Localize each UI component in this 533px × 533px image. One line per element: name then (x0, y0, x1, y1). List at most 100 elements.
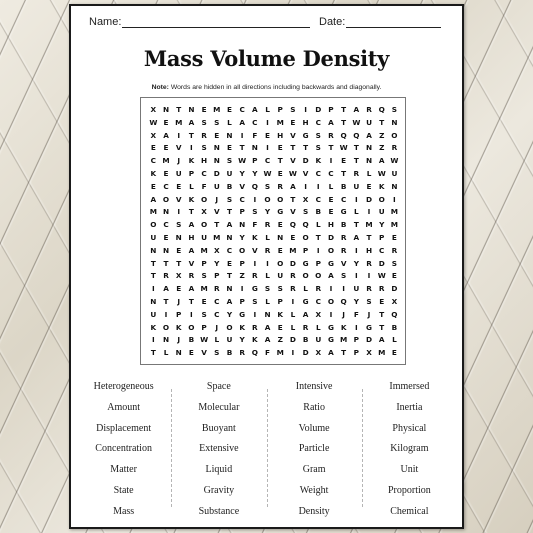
grid-letter[interactable]: Y (350, 258, 363, 271)
grid-letter[interactable]: T (223, 206, 236, 219)
grid-letter[interactable]: R (337, 232, 350, 245)
grid-letter[interactable]: A (185, 283, 198, 296)
grid-letter[interactable]: V (299, 168, 312, 181)
grid-letter[interactable]: N (147, 245, 160, 258)
grid-letter[interactable]: B (223, 181, 236, 194)
grid-letter[interactable]: E (223, 104, 236, 117)
grid-letter[interactable]: L (160, 347, 173, 360)
grid-letter[interactable]: X (172, 270, 185, 283)
grid-letter[interactable]: B (185, 334, 198, 347)
grid-letter[interactable]: E (172, 245, 185, 258)
grid-letter[interactable]: T (160, 258, 173, 271)
grid-letter[interactable]: T (287, 194, 300, 207)
grid-letter[interactable]: E (325, 206, 338, 219)
grid-letter[interactable]: H (325, 219, 338, 232)
grid-letter[interactable]: P (325, 104, 338, 117)
grid-letter[interactable]: A (185, 219, 198, 232)
grid-letter[interactable]: T (160, 296, 173, 309)
grid-letter[interactable]: N (160, 206, 173, 219)
grid-letter[interactable]: P (236, 258, 249, 271)
grid-letter[interactable]: A (325, 270, 338, 283)
grid-letter[interactable]: W (287, 168, 300, 181)
grid-letter[interactable]: Q (375, 104, 388, 117)
grid-letter[interactable]: Z (236, 270, 249, 283)
grid-letter[interactable]: S (299, 206, 312, 219)
grid-letter[interactable]: D (287, 334, 300, 347)
grid-letter[interactable]: T (350, 219, 363, 232)
grid-letter[interactable]: N (172, 347, 185, 360)
grid-letter[interactable]: X (147, 104, 160, 117)
grid-letter[interactable]: C (375, 245, 388, 258)
grid-letter[interactable]: K (147, 168, 160, 181)
grid-letter[interactable]: K (337, 322, 350, 335)
grid-letter[interactable]: J (172, 296, 185, 309)
grid-letter[interactable]: Q (388, 309, 401, 322)
grid-letter[interactable]: L (325, 181, 338, 194)
grid-letter[interactable]: X (312, 347, 325, 360)
grid-letter[interactable]: D (375, 258, 388, 271)
grid-letter[interactable]: I (147, 334, 160, 347)
grid-letter[interactable]: E (160, 168, 173, 181)
grid-letter[interactable]: A (261, 322, 274, 335)
grid-letter[interactable]: O (299, 232, 312, 245)
grid-letter[interactable]: G (299, 130, 312, 143)
grid-letter[interactable]: G (274, 206, 287, 219)
grid-letter[interactable]: A (236, 117, 249, 130)
grid-letter[interactable]: H (299, 117, 312, 130)
grid-letter[interactable]: T (287, 142, 300, 155)
grid-letter[interactable]: O (274, 258, 287, 271)
grid-letter[interactable]: O (261, 194, 274, 207)
grid-letter[interactable]: A (249, 104, 262, 117)
grid-letter[interactable]: M (375, 347, 388, 360)
grid-letter[interactable]: O (198, 219, 211, 232)
grid-letter[interactable]: A (375, 334, 388, 347)
grid-letter[interactable]: W (337, 142, 350, 155)
grid-letter[interactable]: P (274, 296, 287, 309)
grid-letter[interactable]: D (325, 232, 338, 245)
grid-letter[interactable]: L (210, 334, 223, 347)
grid-letter[interactable]: N (363, 155, 376, 168)
grid-letter[interactable]: H (185, 232, 198, 245)
grid-letter[interactable]: M (388, 219, 401, 232)
grid-letter[interactable]: C (160, 181, 173, 194)
grid-letter[interactable]: E (388, 270, 401, 283)
grid-letter[interactable]: D (363, 194, 376, 207)
grid-letter[interactable]: M (210, 104, 223, 117)
grid-letter[interactable]: G (236, 309, 249, 322)
grid-letter[interactable]: I (236, 130, 249, 143)
grid-letter[interactable]: Q (337, 130, 350, 143)
grid-letter[interactable]: N (223, 130, 236, 143)
grid-letter[interactable]: M (287, 245, 300, 258)
grid-letter[interactable]: E (261, 130, 274, 143)
grid-letter[interactable]: A (185, 117, 198, 130)
grid-letter[interactable]: R (287, 270, 300, 283)
grid-letter[interactable]: A (160, 283, 173, 296)
grid-letter[interactable]: R (210, 283, 223, 296)
grid-letter[interactable]: N (210, 155, 223, 168)
grid-letter[interactable]: Y (261, 206, 274, 219)
grid-letter[interactable]: I (363, 206, 376, 219)
grid-letter[interactable]: F (350, 309, 363, 322)
grid-letter[interactable]: U (210, 181, 223, 194)
grid-letter[interactable]: Z (274, 334, 287, 347)
grid-letter[interactable]: A (223, 219, 236, 232)
grid-letter[interactable]: C (236, 194, 249, 207)
grid-letter[interactable]: U (223, 168, 236, 181)
grid-letter[interactable]: X (210, 245, 223, 258)
grid-letter[interactable]: P (185, 168, 198, 181)
grid-letter[interactable]: D (210, 168, 223, 181)
grid-letter[interactable]: O (325, 296, 338, 309)
grid-letter[interactable]: R (363, 104, 376, 117)
grid-letter[interactable]: T (375, 309, 388, 322)
grid-letter[interactable]: G (337, 206, 350, 219)
grid-letter[interactable]: W (198, 334, 211, 347)
grid-letter[interactable]: I (299, 104, 312, 117)
grid-letter[interactable]: I (249, 194, 262, 207)
grid-letter[interactable]: O (147, 219, 160, 232)
grid-letter[interactable]: I (249, 309, 262, 322)
grid-letter[interactable]: K (375, 181, 388, 194)
grid-letter[interactable]: L (363, 168, 376, 181)
grid-letter[interactable]: O (160, 322, 173, 335)
grid-letter[interactable]: K (185, 194, 198, 207)
grid-letter[interactable]: L (299, 283, 312, 296)
